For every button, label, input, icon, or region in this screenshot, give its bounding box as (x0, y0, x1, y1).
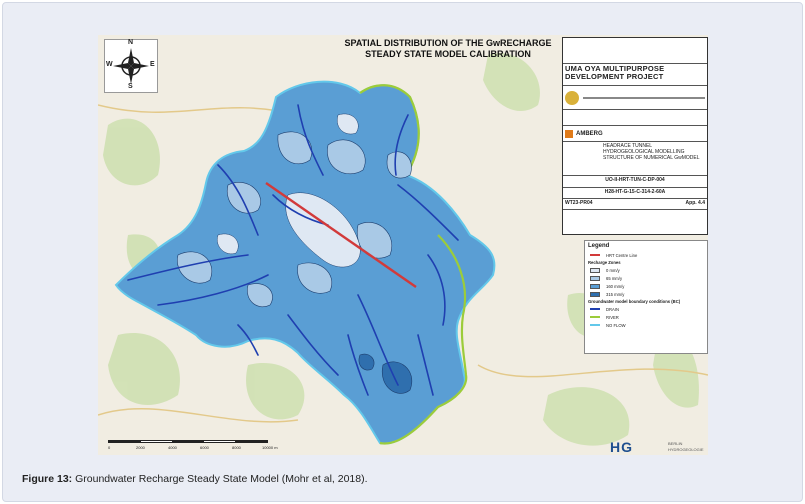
legend-title: Legend (588, 243, 610, 249)
compass-south: S (128, 83, 133, 90)
figure-caption: Figure 13: Groundwater Recharge Steady S… (22, 473, 368, 485)
ref-code-3: WT23-PR04 (565, 200, 593, 206)
logo-line2: HYDROGEOLOGIE (668, 447, 704, 452)
legend-item-zone-0: 0 mm/y (585, 266, 707, 274)
scale-label: 4000 (168, 445, 177, 450)
ref-code-2: H28-HT-G-15-C-314-2-60A (563, 188, 707, 199)
map-title-line1: SPATIAL DISTRIBUTION OF THE GwRECHARGE (344, 38, 552, 48)
legend-item-hrt: HRT Centre Line (585, 251, 707, 259)
emblem-icon (565, 90, 579, 105)
legend-item-zone-315: 315 mm/y (585, 290, 707, 298)
scale-label: 0 (108, 445, 111, 450)
scale-bar: 0 2000 4000 6000 8000 10000 m (108, 440, 278, 454)
zones-heading: Recharge Zones (588, 260, 621, 265)
legend-item-river: RIVER (585, 313, 707, 321)
legend-item-zone-160: 160 mm/y (585, 282, 707, 290)
legend-item-drain: DRAIN (585, 305, 707, 313)
amberg-logo-icon (565, 129, 573, 138)
logo-line1: BERLIN (668, 441, 683, 446)
drawing-title-line3: STRUCTURE OF NUMERICAL GwMODEL (603, 155, 700, 161)
map-title-line2: STEADY STATE MODEL CALIBRATION (365, 49, 531, 59)
scale-label: 2000 (136, 445, 145, 450)
scale-label: 10000 m (262, 445, 278, 450)
scale-label: 6000 (200, 445, 209, 450)
map-title: SPATIAL DISTRIBUTION OF THE GwRECHARGE S… (324, 38, 572, 60)
scale-label: 8000 (232, 445, 241, 450)
compass-north: N (128, 39, 134, 46)
recharge-map: N S W E SPATIAL DISTRIBUTION OF THE GwRE… (98, 35, 708, 455)
legend-item-no-flow: NO FLOW (585, 321, 707, 329)
bc-heading: Groundwater model boundary conditions (B… (588, 299, 681, 304)
ref-code-4: App. 4.4 (685, 200, 705, 206)
compass-west: W (106, 61, 113, 68)
legend: Legend HRT Centre Line Recharge Zones 0 … (584, 240, 708, 354)
hg-logo: HG BERLIN HYDROGEOLOGIE (610, 439, 706, 455)
hrt-swatch (590, 254, 600, 256)
caption-text: Groundwater Recharge Steady State Model … (72, 473, 368, 485)
north-arrow: N S W E (104, 39, 158, 93)
ref-code-1: UO-II-HRT-TUN-C-DP-004 (563, 176, 707, 188)
company-name: AMBERG (576, 130, 603, 137)
caption-label: Figure 13: (22, 473, 73, 485)
legend-item-zone-65: 65 mm/y (585, 274, 707, 282)
logo-mark: HG (610, 439, 633, 455)
project-name-line2: DEVELOPMENT PROJECT (565, 72, 664, 81)
compass-east: E (150, 61, 155, 68)
title-block: UMA OYA MULTIPURPOSE DEVELOPMENT PROJECT… (562, 37, 708, 235)
